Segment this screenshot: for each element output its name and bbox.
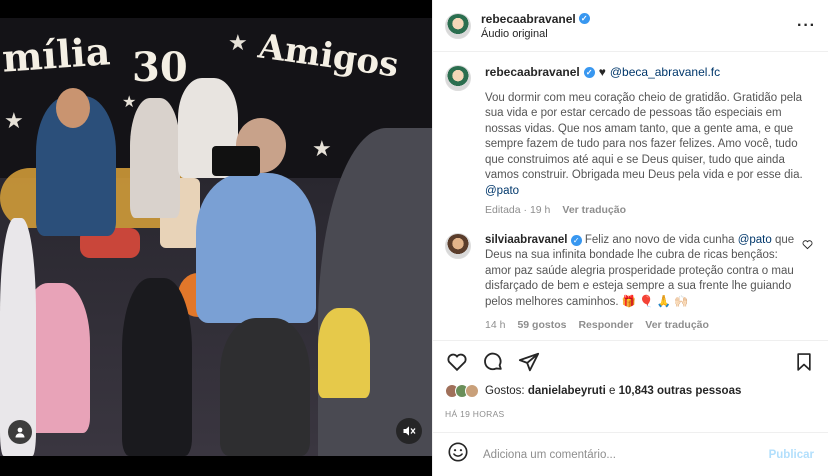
photographer-body — [196, 173, 316, 323]
instagram-post-modal: mília 30 Amigos ★ ★ ★ ★ rebecaabravanel … — [0, 0, 828, 476]
star-decoration: ★ — [122, 94, 137, 111]
comment-icon[interactable] — [481, 350, 505, 374]
liker-avatars — [445, 384, 479, 398]
comment-text-start: Feliz ano novo de vida cunha — [584, 233, 735, 246]
liker-username[interactable]: danielabeyruti — [528, 385, 606, 397]
photographer-pants — [220, 318, 310, 456]
heart-icon[interactable] — [445, 350, 469, 374]
author-avatar[interactable] — [445, 65, 471, 91]
child-yellow — [318, 308, 370, 398]
banner-word-familia: mília — [0, 28, 112, 81]
paper-plane-icon[interactable] — [517, 350, 541, 374]
verified-badge-icon: ✓ — [578, 13, 590, 24]
speaker-muted-icon — [403, 426, 416, 436]
comments-list[interactable]: rebecaabravanel ✓ ♥ @beca_abravanel.fc V… — [433, 53, 828, 340]
smiley-icon[interactable] — [447, 441, 469, 468]
reply-button[interactable]: Responder — [578, 318, 633, 334]
tagged-users-button[interactable] — [8, 420, 32, 444]
see-translation-link[interactable]: Ver tradução — [645, 318, 709, 334]
star-decoration: ★ — [228, 30, 248, 55]
banner-word-30: 30 — [132, 44, 188, 91]
author-username[interactable]: rebecaabravanel — [481, 12, 576, 26]
comment-input[interactable] — [483, 448, 769, 461]
verified-badge-icon: ✓ — [570, 234, 582, 246]
video-frame[interactable]: mília 30 Amigos ★ ★ ★ ★ — [0, 18, 432, 456]
person-child — [130, 98, 180, 218]
post-media[interactable]: mília 30 Amigos ★ ★ ★ ★ — [0, 0, 432, 476]
ellipsis-icon[interactable]: ··· — [797, 17, 816, 35]
comment-time: 14 h — [485, 319, 506, 331]
caption-mention-link[interactable]: @beca_abravanel.fc — [610, 65, 720, 81]
bookmark-icon[interactable] — [792, 350, 816, 374]
commenter-avatar[interactable] — [445, 232, 471, 259]
post-header: rebecaabravanel ✓ Áudio original ··· — [433, 0, 828, 52]
edited-timestamp: Editada · 19 h — [485, 204, 551, 216]
likes-connector: e — [609, 385, 616, 397]
comment-likes[interactable]: 59 gostos — [517, 318, 566, 334]
likes-prefix: Gostos: — [485, 385, 525, 397]
caption-tag-link[interactable]: @pato — [485, 185, 519, 197]
caption-text: Vou dormir com meu coração cheio de grat… — [485, 91, 816, 200]
likes-summary[interactable]: Gostos: danielabeyruti e 10,843 outras p… — [445, 384, 816, 398]
see-translation-link[interactable]: Ver tradução — [562, 203, 626, 219]
star-decoration: ★ — [4, 108, 24, 133]
comment-author[interactable]: silviaabravanel — [485, 234, 567, 246]
publish-button[interactable]: Publicar — [769, 449, 814, 461]
liker-avatar — [465, 384, 479, 398]
post-actions-bar — [433, 340, 828, 382]
author-avatar[interactable] — [445, 12, 471, 39]
camera — [212, 146, 260, 176]
other-likers-count[interactable]: 10,843 outras pessoas — [619, 385, 742, 397]
post-time-ago[interactable]: HÁ 19 HORAS — [445, 409, 505, 419]
heart-emoji: ♥ — [598, 65, 606, 79]
mute-button[interactable] — [396, 418, 422, 444]
caption-body: Vou dormir com meu coração cheio de grat… — [485, 91, 803, 182]
caption-author[interactable]: rebecaabravanel — [485, 65, 580, 81]
star-decoration: ★ — [312, 136, 332, 161]
person-head — [56, 88, 90, 128]
comment-mention-link[interactable]: @pato — [738, 234, 772, 246]
person-icon — [15, 427, 25, 438]
verified-badge-icon: ✓ — [583, 67, 595, 79]
caption: rebecaabravanel ✓ ♥ @beca_abravanel.fc V… — [445, 65, 816, 219]
child-black — [122, 278, 192, 456]
comment-like-heart-icon[interactable] — [802, 239, 816, 334]
post-details-panel: rebecaabravanel ✓ Áudio original ··· reb… — [432, 0, 828, 476]
audio-label[interactable]: Áudio original — [481, 28, 797, 40]
comment-item: silviaabravanel ✓ Feliz ano novo de vida… — [445, 232, 816, 334]
comment-composer: Publicar — [433, 432, 828, 476]
